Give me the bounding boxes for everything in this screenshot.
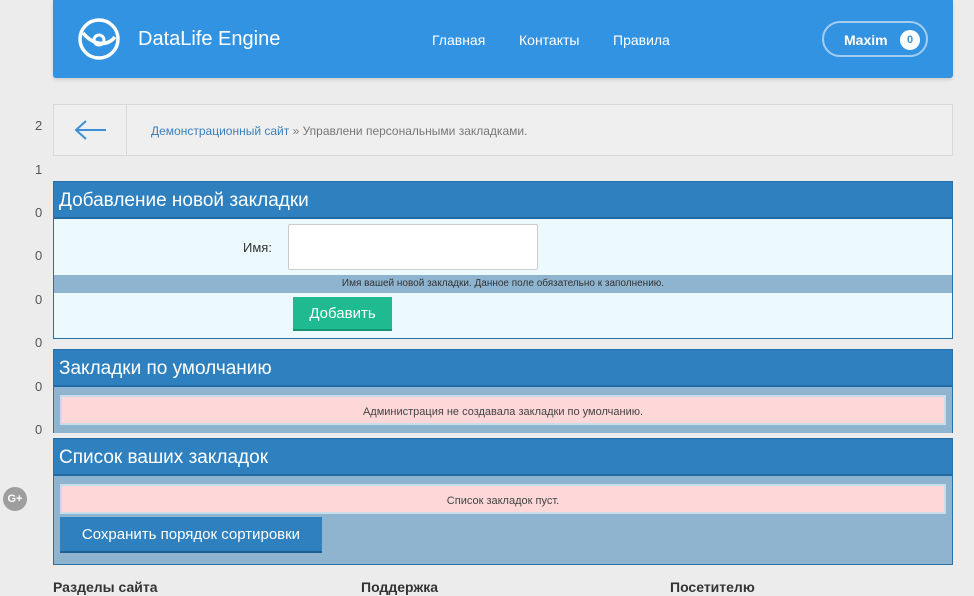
nav-contacts[interactable]: Контакты	[519, 32, 579, 48]
breadcrumb-home-link[interactable]: Демонстрационный сайт	[151, 124, 289, 138]
notification-badge: 0	[900, 30, 920, 50]
side-number: 0	[35, 292, 43, 307]
footer-heading-visitor: Посетителю	[670, 579, 755, 595]
default-bookmarks-body: Администрация не создавала закладки по у…	[54, 387, 952, 433]
default-bookmarks-title: Закладки по умолчанию	[54, 350, 952, 387]
footer-heading-sections: Разделы сайта	[53, 579, 158, 595]
default-bookmarks-empty-message: Администрация не создавала закладки по у…	[60, 395, 946, 425]
google-plus-icon[interactable]: G+	[3, 487, 27, 511]
name-hint: Имя вашей новой закладки. Данное поле об…	[54, 275, 952, 293]
arrow-left-icon	[74, 120, 106, 140]
bookmarks-list-panel: Список ваших закладок Список закладок пу…	[53, 438, 953, 565]
side-number: 0	[35, 379, 43, 394]
add-bookmark-title: Добавление новой закладки	[54, 182, 952, 219]
side-number: 0	[35, 248, 43, 263]
nav-rules[interactable]: Правила	[613, 32, 670, 48]
save-sort-order-button[interactable]: Сохранить порядок сортировки	[60, 517, 322, 553]
user-menu-button[interactable]: Maxim 0	[822, 21, 928, 57]
side-number: 0	[35, 205, 43, 220]
back-button[interactable]	[54, 105, 127, 155]
add-bookmark-panel: Добавление новой закладки Имя: Имя вашей…	[53, 181, 953, 339]
side-number: 0	[35, 422, 43, 437]
name-label: Имя:	[243, 240, 272, 255]
add-bookmark-form: Имя: Имя вашей новой закладки. Данное по…	[54, 219, 952, 338]
side-number: 1	[35, 162, 43, 177]
site-header: DataLife Engine Главная Контакты Правила…	[53, 0, 953, 78]
breadcrumb-separator: »	[289, 124, 303, 138]
bookmarks-list-empty-message: Список закладок пуст.	[60, 484, 946, 514]
logo-icon[interactable]	[77, 17, 121, 61]
nav-home[interactable]: Главная	[432, 32, 485, 48]
breadcrumb-bar: Демонстрационный сайт » Управлени персон…	[53, 104, 953, 156]
default-bookmarks-panel: Закладки по умолчанию Администрация не с…	[53, 349, 953, 433]
breadcrumb: Демонстрационный сайт » Управлени персон…	[151, 124, 527, 138]
bookmarks-list-body: Список закладок пуст. Сохранить порядок …	[54, 476, 952, 564]
bookmarks-list-title: Список ваших закладок	[54, 439, 952, 476]
brand-name[interactable]: DataLife Engine	[138, 28, 280, 51]
footer-heading-support: Поддержка	[361, 579, 439, 595]
breadcrumb-current: Управлени персональными закладками.	[302, 124, 528, 138]
bookmark-name-input[interactable]	[288, 224, 538, 270]
add-bookmark-button[interactable]: Добавить	[293, 297, 392, 331]
side-number: 0	[35, 335, 43, 350]
side-number: 2	[35, 118, 43, 133]
user-name: Maxim	[844, 32, 888, 48]
